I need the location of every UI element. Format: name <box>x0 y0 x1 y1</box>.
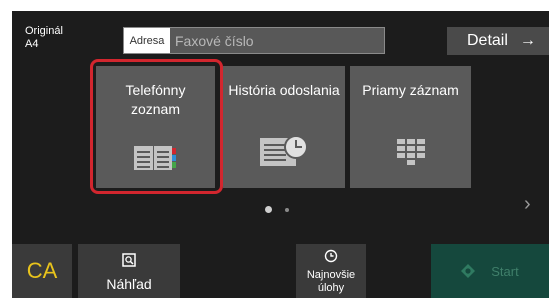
preview-button[interactable]: Náhľad <box>78 244 180 298</box>
fax-screen: Originál A4 Adresa Detail → Telefónny zo… <box>12 11 549 298</box>
tile-direct-entry[interactable]: Priamy záznam <box>350 66 471 188</box>
send-history-icon <box>260 135 308 166</box>
page-dot[interactable] <box>285 207 289 212</box>
page-dot-active[interactable] <box>265 206 272 213</box>
tile-send-history-label: História odoslania <box>228 82 340 98</box>
clear-all-button[interactable]: CA <box>12 244 72 298</box>
recent-jobs-label: Najnovšie úlohy <box>306 269 356 294</box>
start-label: Start <box>491 263 519 279</box>
address-label[interactable]: Adresa <box>124 28 170 53</box>
tile-selection-highlight <box>90 59 223 194</box>
address-bar: Adresa <box>123 27 385 54</box>
tile-direct-entry-label: Priamy záznam <box>362 82 459 98</box>
history-clock-icon <box>324 249 338 263</box>
original-size: A4 <box>25 38 39 50</box>
start-diamond-icon <box>461 264 476 278</box>
original-label: Originál <box>25 25 63 37</box>
keypad-icon <box>396 139 425 165</box>
page-indicator <box>265 206 289 213</box>
tile-send-history[interactable]: História odoslania <box>223 66 345 188</box>
fax-number-input[interactable] <box>170 28 384 53</box>
arrow-right-icon: → <box>519 32 536 49</box>
recent-jobs-button[interactable]: Najnovšie úlohy <box>296 244 366 298</box>
original-size-indicator[interactable]: Originál A4 <box>25 25 63 51</box>
start-button[interactable]: Start <box>431 244 549 298</box>
preview-icon <box>122 253 136 267</box>
chevron-right-icon[interactable]: › <box>524 193 531 216</box>
preview-label: Náhľad <box>106 276 152 292</box>
detail-label: Detail <box>467 32 508 49</box>
detail-button[interactable]: Detail → <box>447 27 549 55</box>
